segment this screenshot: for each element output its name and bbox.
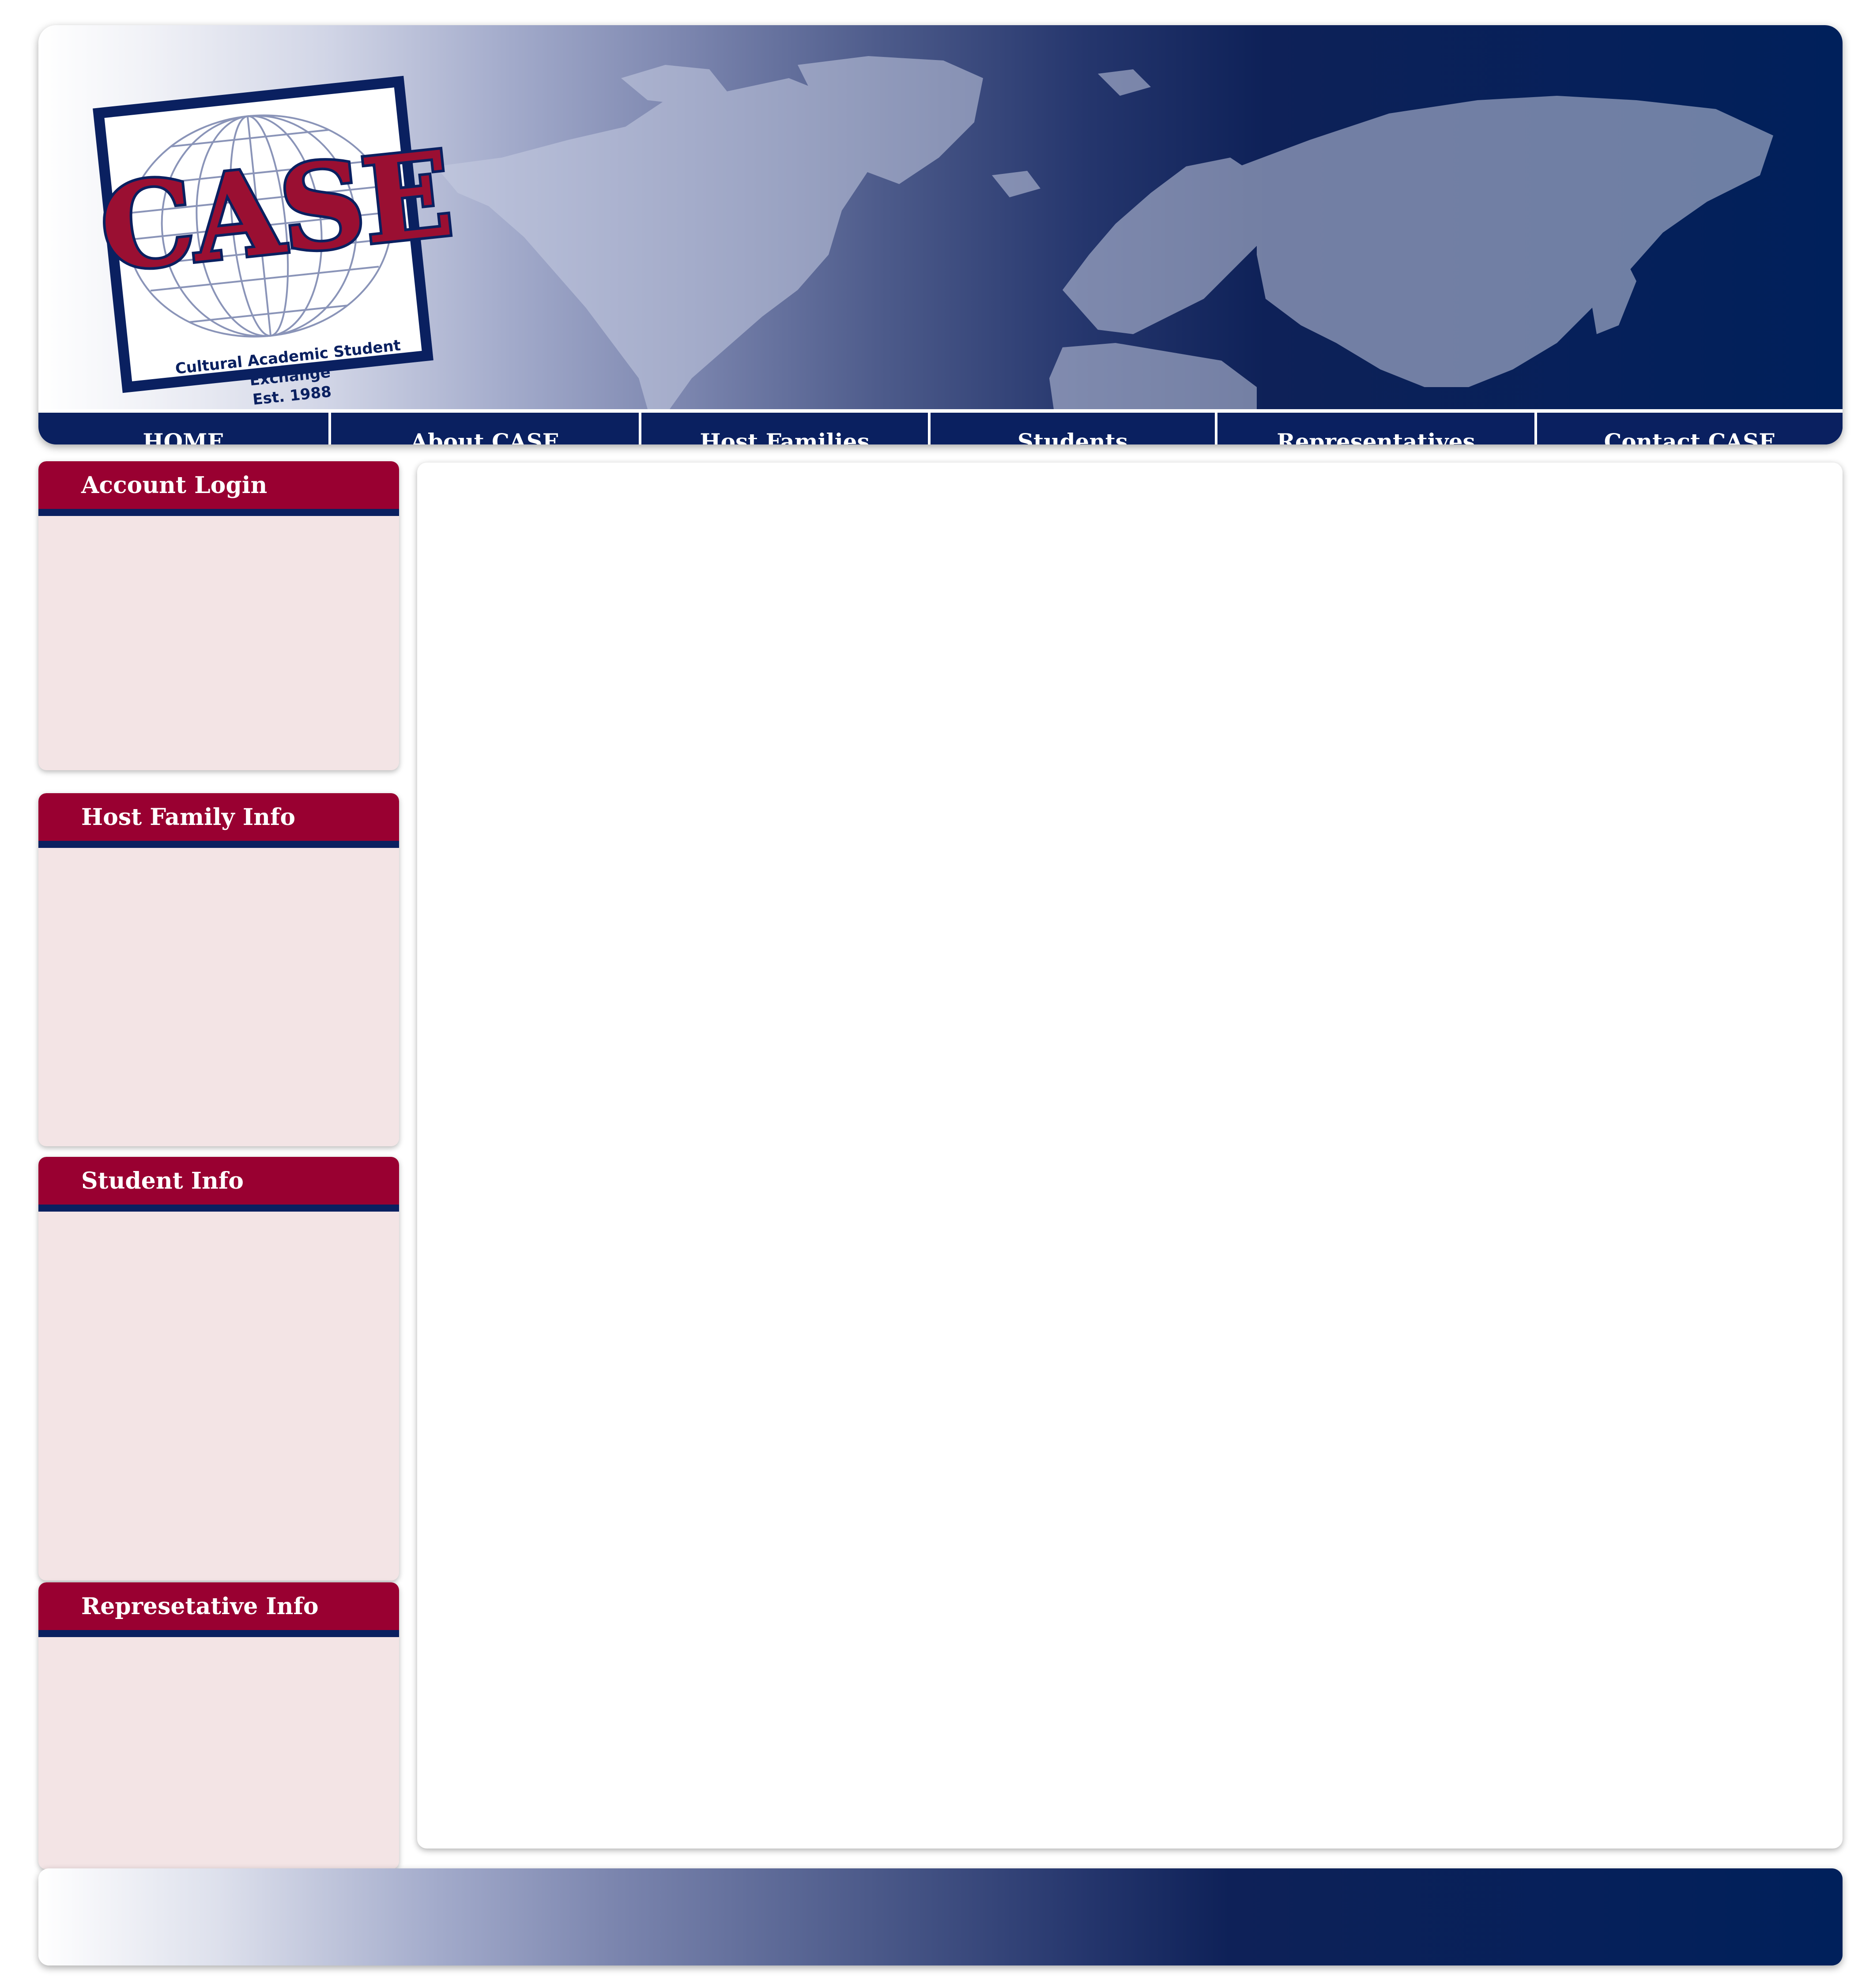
case-logo[interactable]: CASE Cultural Academic Student Exchange … xyxy=(65,60,462,414)
student-info-title: Student Info xyxy=(38,1157,399,1212)
logo-wordmark: CASE xyxy=(91,122,460,301)
nav-item-contact[interactable]: Contact CASE xyxy=(1537,413,1843,445)
nav-item-host-families[interactable]: Host Families xyxy=(641,413,931,444)
main-content xyxy=(417,463,1843,1849)
representative-info-title: Represetative Info xyxy=(38,1582,399,1637)
nav-item-home[interactable]: HOME xyxy=(38,413,331,444)
student-info-panel: Student Info xyxy=(38,1157,399,1581)
site-header: CASE Cultural Academic Student Exchange … xyxy=(38,25,1843,444)
nav-item-representatives[interactable]: Representatives xyxy=(1217,413,1537,444)
account-login-panel: Account Login xyxy=(38,461,399,770)
nav-item-students[interactable]: Students xyxy=(931,413,1217,444)
host-family-info-title: Host Family Info xyxy=(38,793,399,848)
site-footer xyxy=(38,1868,1843,1965)
host-family-info-panel: Host Family Info xyxy=(38,793,399,1146)
nav-item-about[interactable]: About CASE xyxy=(331,413,641,444)
page: CASE Cultural Academic Student Exchange … xyxy=(0,0,1873,1988)
representative-info-panel: Represetative Info xyxy=(38,1582,399,1869)
main-nav: HOME About CASE Host Families Students R… xyxy=(38,409,1843,444)
account-login-title: Account Login xyxy=(38,461,399,516)
